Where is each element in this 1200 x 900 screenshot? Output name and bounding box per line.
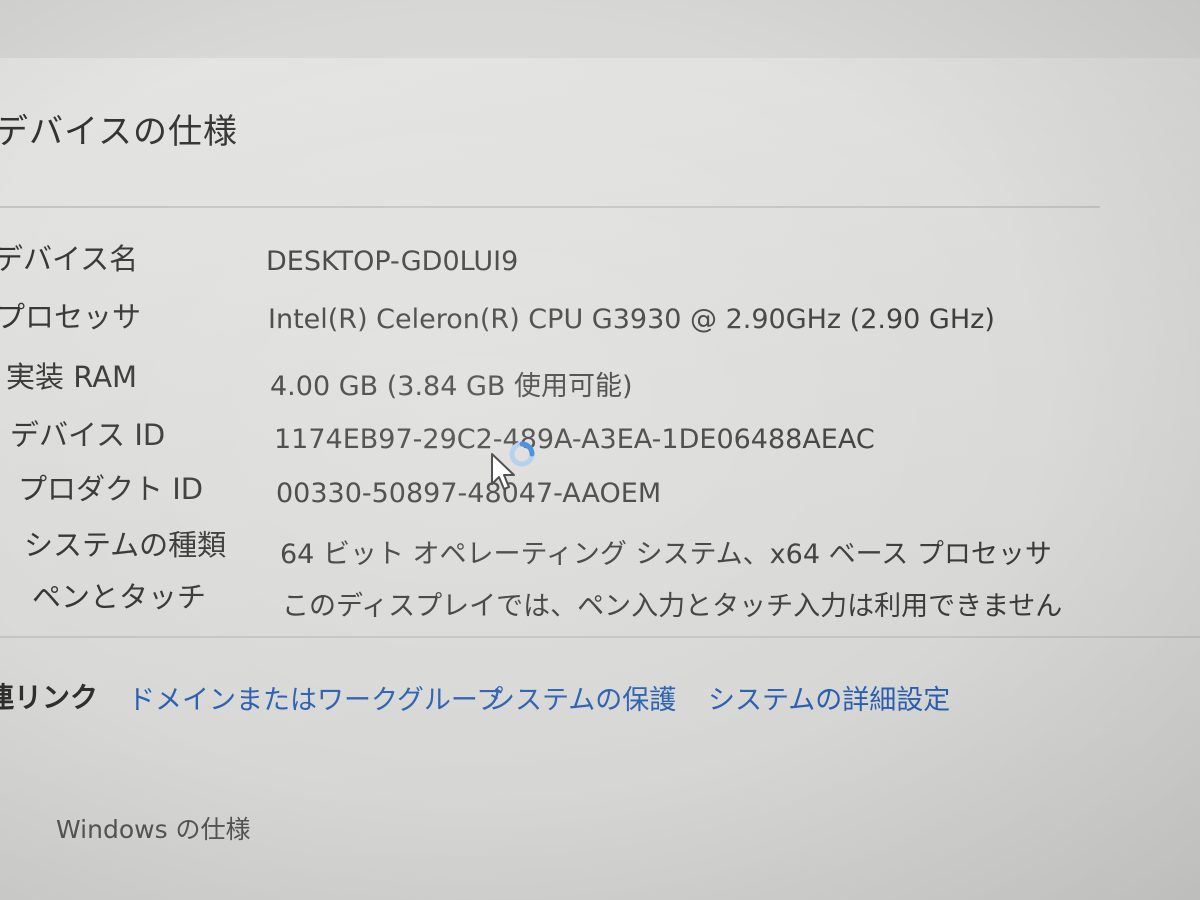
- spec-label: デバイス名: [0, 242, 139, 276]
- spec-label: プロセッサ: [0, 300, 142, 334]
- spec-row-ram: 実装 RAM 4.00 GB (3.84 GB 使用可能): [0, 354, 1200, 404]
- windows-spec-title: Windows の仕様: [56, 815, 251, 844]
- spec-value[interactable]: 1174EB97-29C2-489A-A3EA-1DE06488AEAC: [274, 424, 875, 455]
- related-links-row: 連リンク ドメインまたはワークグループ システムの保護 システムの詳細設定: [0, 676, 1200, 720]
- spec-label: ペンとタッチ: [32, 580, 207, 614]
- spec-label: プロダクト ID: [18, 472, 204, 506]
- advanced-system-settings-link[interactable]: システムの詳細設定: [708, 678, 950, 717]
- spec-row-system-type: システムの種類 64 ビット オペレーティング システム、x64 ベース プロセ…: [0, 522, 1200, 572]
- spec-row-pen-touch: ペンとタッチ このディスプレイでは、ペン入力とタッチ入力は利用できません: [0, 574, 1200, 624]
- system-protection-link[interactable]: システムの保護: [488, 678, 676, 717]
- spec-value[interactable]: 4.00 GB (3.84 GB 使用可能): [270, 364, 633, 403]
- spec-row-product-id: プロダクト ID 00330-50897-48047-AAOEM: [0, 466, 1200, 516]
- spec-value[interactable]: DESKTOP-GD0LUI9: [266, 246, 518, 277]
- device-specs-heading: デバイスの仕様: [0, 112, 238, 152]
- spec-label: システムの種類: [24, 528, 227, 562]
- domain-workgroup-link[interactable]: ドメインまたはワークグループ: [128, 678, 503, 717]
- busy-cursor-icon: [509, 441, 535, 467]
- spec-value[interactable]: 64 ビット オペレーティング システム、x64 ベース プロセッサ: [280, 532, 1052, 571]
- windows-spec-section[interactable]: Windows の仕様: [0, 806, 1200, 850]
- related-links-label: 連リンク: [0, 681, 99, 714]
- title-bar-area: [0, 0, 1200, 58]
- spec-row-device-id: デバイス ID 1174EB97-29C2-489A-A3EA-1DE06488…: [0, 412, 1200, 462]
- spec-value[interactable]: Intel(R) Celeron(R) CPU G3930 @ 2.90GHz …: [268, 304, 995, 335]
- spec-label: デバイス ID: [10, 418, 166, 452]
- windows-logo-icon: [0, 810, 8, 846]
- spec-value[interactable]: このディスプレイでは、ペン入力とタッチ入力は利用できません: [282, 584, 1062, 623]
- specs-divider: [0, 636, 1200, 638]
- heading-divider: [0, 206, 1100, 208]
- spec-label: 実装 RAM: [6, 360, 138, 394]
- spec-value[interactable]: 00330-50897-48047-AAOEM: [276, 478, 661, 509]
- spec-row-device-name: デバイス名 DESKTOP-GD0LUI9: [0, 236, 1200, 286]
- spec-row-processor: プロセッサ Intel(R) Celeron(R) CPU G3930 @ 2.…: [0, 294, 1200, 344]
